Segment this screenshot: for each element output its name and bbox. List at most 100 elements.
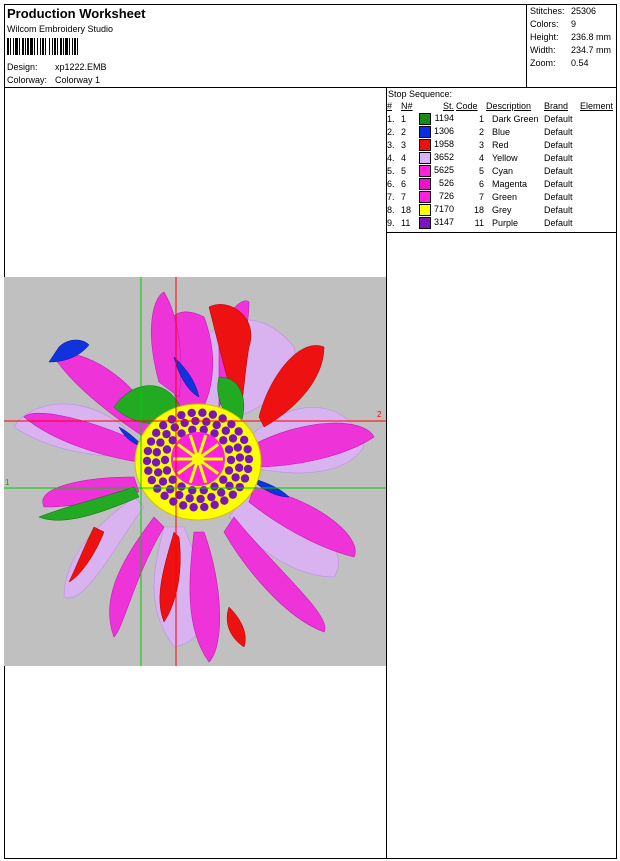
row-stitches: 7170	[419, 203, 456, 216]
row-brand: Default	[544, 178, 573, 189]
row-element	[580, 138, 615, 151]
stop-sequence-table: # N# St. Code Description Brand Element …	[387, 100, 615, 229]
row-needle: 2	[401, 126, 407, 137]
row-code: 6	[478, 178, 484, 189]
table-row: 6. 6 526 6 Magenta Default	[387, 177, 615, 190]
width-value: 234.7 mm	[571, 45, 612, 55]
color-swatch	[419, 164, 431, 177]
col-code: Code	[456, 101, 478, 111]
col-element: Element	[580, 101, 614, 111]
row-code: 4	[478, 152, 484, 163]
row-brand: Default	[544, 113, 573, 124]
row-code: 7	[478, 191, 484, 202]
stitches-label: Stitches:	[530, 6, 565, 16]
table-row: 9. 11 3147 11 Purple Default	[387, 216, 615, 229]
row-num: 3.	[387, 139, 395, 150]
color-swatch	[419, 125, 431, 138]
row-brand: Default	[544, 126, 573, 137]
row-brand: Default	[544, 152, 573, 163]
table-header-row: # N# St. Code Description Brand Element	[387, 100, 615, 112]
marker-2-label: 2	[377, 410, 382, 419]
header-bottom-line	[4, 87, 617, 88]
row-needle: 5	[401, 165, 407, 176]
table-row: 8. 18 7170 18 Grey Default	[387, 203, 615, 216]
row-needle: 6	[401, 178, 407, 189]
row-stitches: 1306	[419, 125, 456, 138]
table-row: 5. 5 5625 5 Cyan Default	[387, 164, 615, 177]
row-needle: 1	[401, 113, 407, 124]
barcode	[7, 38, 78, 55]
row-element	[580, 151, 615, 164]
row-num: 8.	[387, 204, 395, 215]
table-row: 4. 4 3652 4 Yellow Default	[387, 151, 615, 164]
design-label: Design:	[7, 62, 38, 72]
colorway-value: Colorway 1	[55, 75, 101, 85]
row-element	[580, 112, 615, 125]
row-description: Yellow	[492, 152, 518, 163]
row-description: Blue	[492, 126, 511, 137]
row-num: 7.	[387, 191, 395, 202]
color-swatch	[419, 190, 431, 203]
embroidery-flower	[4, 277, 386, 666]
design-value: xp1222.EMB	[55, 62, 107, 72]
stitches-value: 25306	[571, 6, 597, 16]
row-element	[580, 203, 615, 216]
col-description: Description	[486, 101, 532, 111]
marker-1-label: 1	[5, 478, 10, 487]
row-description: Cyan	[492, 165, 514, 176]
col-num: #	[387, 101, 393, 111]
zoom-label: Zoom:	[530, 58, 556, 68]
row-description: Grey	[492, 204, 512, 215]
row-description: Magenta	[492, 178, 528, 189]
row-code: 11	[474, 217, 484, 228]
row-stitches: 1958	[419, 138, 456, 151]
table-row: 7. 7 726 7 Green Default	[387, 190, 615, 203]
row-stitches: 3652	[419, 151, 456, 164]
col-n: N#	[401, 101, 413, 111]
col-brand: Brand	[544, 101, 569, 111]
row-num: 1.	[387, 113, 395, 124]
row-brand: Default	[544, 191, 573, 202]
row-element	[580, 164, 615, 177]
color-swatch	[419, 216, 431, 229]
height-label: Height:	[530, 32, 559, 42]
row-stitches: 5625	[419, 164, 456, 177]
row-element	[580, 190, 615, 203]
row-stitches: 526	[419, 177, 456, 190]
row-brand: Default	[544, 139, 573, 150]
row-description: Dark Green	[492, 113, 539, 124]
row-stitches: 726	[419, 190, 456, 203]
row-stitches: 1194	[419, 112, 456, 125]
table-row: 1. 1 1194 1 Dark Green Default	[387, 112, 615, 125]
software-name: Wilcom Embroidery Studio	[7, 24, 114, 34]
row-needle: 7	[401, 191, 407, 202]
row-code: 2	[478, 126, 484, 137]
color-swatch	[419, 138, 431, 151]
zoom-value: 0.54	[571, 58, 589, 68]
row-code: 18	[473, 204, 484, 215]
width-label: Width:	[530, 45, 556, 55]
colors-label: Colors:	[530, 19, 559, 29]
row-stitches: 3147	[419, 216, 456, 229]
row-num: 6.	[387, 178, 395, 189]
color-swatch	[419, 151, 431, 164]
color-swatch	[419, 112, 431, 125]
page-title: Production Worksheet	[7, 6, 146, 21]
row-element	[580, 177, 615, 190]
table-row: 2. 2 1306 2 Blue Default	[387, 125, 615, 138]
row-description: Purple	[492, 217, 519, 228]
design-preview: 2 1	[4, 277, 386, 666]
row-num: 9.	[387, 217, 395, 228]
row-code: 1	[478, 113, 484, 124]
row-brand: Default	[544, 217, 573, 228]
row-code: 3	[478, 139, 484, 150]
col-st: St.	[442, 101, 454, 111]
row-brand: Default	[544, 204, 573, 215]
stop-sequence-title: Stop Sequence:	[388, 89, 453, 99]
sequence-bottom-line	[386, 232, 617, 233]
row-description: Green	[492, 191, 518, 202]
row-num: 2.	[387, 126, 395, 137]
height-value: 236.8 mm	[571, 32, 612, 42]
color-swatch	[419, 177, 431, 190]
row-needle: 4	[401, 152, 407, 163]
